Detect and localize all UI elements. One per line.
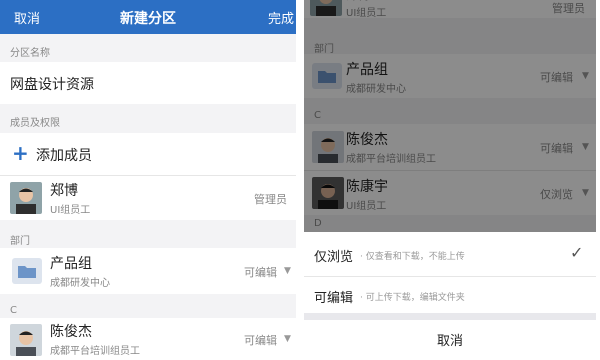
- page-title: 新建分区: [120, 11, 176, 27]
- caret-down-icon[interactable]: ▼: [284, 266, 291, 276]
- sheet-cancel-button[interactable]: 取消: [304, 320, 596, 360]
- option-editable[interactable]: 可编辑 · 可上传下载，编辑文件夹: [304, 277, 596, 313]
- member-sub: 成都平台培训组员工: [50, 346, 140, 357]
- members-label: 成员及权限: [10, 118, 60, 129]
- cancel-label: 取消: [436, 334, 463, 349]
- partition-name-field[interactable]: 网盘设计资源: [0, 62, 296, 104]
- member-name: 郑博: [50, 183, 78, 199]
- partition-name-value: 网盘设计资源: [10, 77, 94, 93]
- caret-down-icon[interactable]: ▼: [284, 334, 291, 344]
- dept-label: 部门: [10, 236, 30, 247]
- dept-permission[interactable]: 可编辑: [244, 264, 277, 280]
- member-row-chenjunjie[interactable]: 陈俊杰 成都平台培训组员工 可编辑 ▼: [0, 318, 296, 360]
- folder-icon: [12, 258, 42, 284]
- member-permission: 管理员: [254, 193, 287, 206]
- dept-name: 产品组: [50, 256, 92, 272]
- member-group: UI组员工: [50, 205, 91, 216]
- member-name: 陈俊杰: [50, 324, 92, 340]
- sheet-gap: [304, 313, 596, 320]
- add-member-label: 添加成员: [36, 148, 92, 164]
- divider: [296, 0, 304, 360]
- check-icon: ✓: [570, 243, 584, 262]
- partition-name-label: 分区名称: [10, 48, 50, 59]
- plus-icon: +: [12, 141, 29, 165]
- left-screen: 取消 新建分区 完成 分区名称 网盘设计资源 成员及权限 + 添加成员 郑博 U…: [0, 0, 296, 360]
- option-title: 仅浏览: [314, 250, 354, 265]
- avatar: [10, 324, 42, 356]
- done-button[interactable]: 完成: [268, 8, 294, 27]
- letter-c-label: C: [10, 305, 17, 316]
- add-member-button[interactable]: + 添加成员: [0, 133, 296, 176]
- option-view-only[interactable]: 仅浏览 · 仅查看和下载，不能上传 ✓: [304, 232, 596, 277]
- right-screen: 郑博 UI组员工 管理员 部门 产品组 成都研发中心 可编辑 ▼ C 陈俊杰 成…: [304, 0, 596, 360]
- dept-sub: 成都研发中心: [50, 278, 110, 289]
- modal-overlay[interactable]: [304, 0, 596, 232]
- member-permission[interactable]: 可编辑: [244, 332, 277, 348]
- avatar: [10, 182, 42, 214]
- dept-row-product[interactable]: 产品组 成都研发中心 可编辑 ▼: [0, 248, 296, 294]
- nav-bar: 取消 新建分区 完成: [0, 0, 296, 34]
- option-desc: · 可上传下载，编辑文件夹: [360, 293, 465, 303]
- option-title: 可编辑: [314, 291, 354, 306]
- member-row-zhengbo[interactable]: 郑博 UI组员工 管理员: [0, 176, 296, 220]
- option-desc: · 仅查看和下载，不能上传: [360, 252, 465, 262]
